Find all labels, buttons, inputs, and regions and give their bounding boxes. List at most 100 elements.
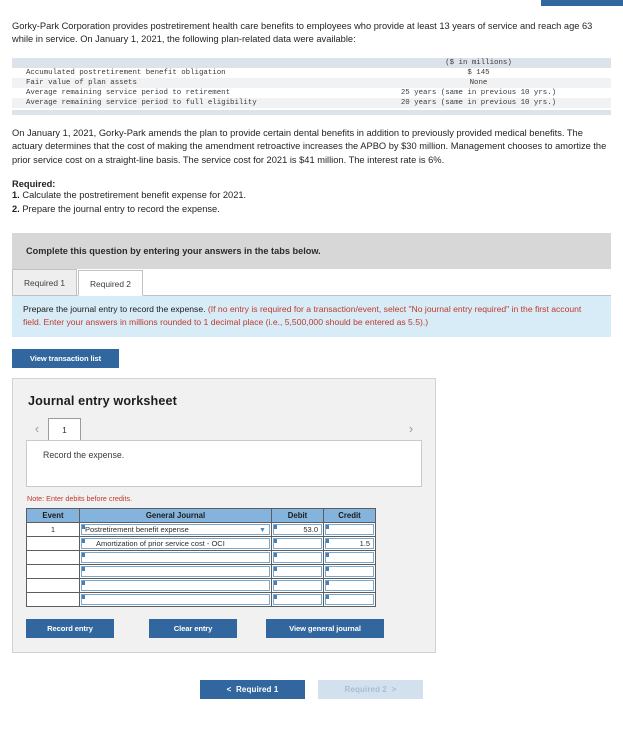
intro-paragraph-2: On January 1, 2021, Gorky-Park amends th…: [12, 127, 607, 165]
text-caret-icon: [274, 553, 277, 557]
page-content: Gorky-Park Corporation provides postreti…: [0, 0, 623, 699]
plan-data-header-blank: [12, 57, 346, 68]
plan-data-header-row: ($ in millions): [12, 57, 611, 68]
chevron-left-icon[interactable]: ‹: [26, 418, 48, 440]
journal-row-credit-cell: [323, 564, 376, 579]
account-select-value-0: Postretirement benefit expense: [85, 525, 189, 534]
chevron-right-icon[interactable]: ›: [400, 418, 422, 440]
nav-previous-required-1[interactable]: < Required 1: [200, 680, 305, 699]
text-caret-icon: [274, 525, 277, 529]
credit-input-1[interactable]: 1.5: [325, 538, 374, 549]
table-row: Average remaining service period to full…: [12, 97, 611, 108]
column-header-general-journal: General Journal: [79, 508, 272, 523]
instruction-banner-primary: Prepare the journal entry to record the …: [23, 304, 206, 315]
clear-entry-button[interactable]: Clear entry: [149, 619, 237, 638]
required-heading: Required:: [12, 179, 56, 190]
worksheet-pager: ‹ 1 ›: [26, 417, 422, 440]
table-row: Amortization of prior service cost - OCI…: [26, 536, 376, 551]
journal-row-credit-cell: [323, 550, 376, 565]
journal-entry-table-body: 1 Postretirement benefit expense ▼ 53.0: [26, 522, 376, 607]
journal-row-debit-cell: [271, 550, 324, 565]
table-row: Accumulated postretirement benefit oblig…: [12, 67, 611, 78]
journal-entry-worksheet-panel: Journal entry worksheet ‹ 1 › Record the…: [12, 378, 436, 653]
intro-paragraph-1: Gorky-Park Corporation provides postreti…: [12, 21, 593, 45]
journal-row-event: [26, 536, 80, 551]
column-header-event: Event: [26, 508, 80, 523]
required-item-1-number: 1.: [12, 190, 20, 201]
view-transaction-list-button[interactable]: View transaction list: [12, 349, 119, 368]
plan-data-footer-row: [12, 109, 611, 115]
journal-row-account-cell: [79, 550, 272, 565]
account-select-value-1: Amortization of prior service cost - OCI: [96, 539, 225, 548]
text-caret-icon: [326, 567, 329, 571]
account-select-5[interactable]: [81, 594, 270, 605]
journal-row-debit-cell: [271, 592, 324, 607]
text-caret-icon: [274, 567, 277, 571]
journal-row-event: [26, 578, 80, 593]
table-row: [26, 578, 376, 593]
credit-value-1: 1.5: [359, 539, 370, 548]
text-caret-icon: [82, 539, 85, 543]
journal-entry-table-head: Event General Journal Debit Credit: [26, 508, 376, 523]
required-item-1-text: Calculate the postretirement benefit exp…: [22, 190, 247, 201]
chevron-down-icon[interactable]: ▼: [257, 525, 268, 534]
debit-input-5[interactable]: [273, 594, 322, 605]
text-caret-icon: [274, 539, 277, 543]
account-select-1[interactable]: Amortization of prior service cost - OCI: [81, 538, 270, 549]
journal-row-account-cell: Amortization of prior service cost - OCI: [79, 536, 272, 551]
journal-entry-header-row: Event General Journal Debit Credit: [26, 508, 376, 523]
plan-data-value: 20 years (same in previous 10 yrs.): [346, 97, 611, 108]
journal-row-credit-cell: 1.5: [323, 536, 376, 551]
chevron-left-icon: <: [226, 685, 232, 694]
credit-input-0[interactable]: [325, 524, 374, 535]
text-caret-icon: [274, 595, 277, 599]
debit-input-0[interactable]: 53.0: [273, 524, 322, 535]
plan-data-footer-cell: [12, 109, 346, 115]
credit-input-4[interactable]: [325, 580, 374, 591]
column-header-credit: Credit: [323, 508, 376, 523]
top-accent-strip: [541, 0, 623, 6]
text-caret-icon: [326, 595, 329, 599]
debit-input-4[interactable]: [273, 580, 322, 591]
debit-input-3[interactable]: [273, 566, 322, 577]
journal-row-account-cell: [79, 592, 272, 607]
journal-row-event: [26, 550, 80, 565]
journal-row-debit-cell: [271, 536, 324, 551]
debit-input-2[interactable]: [273, 552, 322, 563]
plan-data-value: $ 145: [346, 67, 611, 78]
credit-input-5[interactable]: [325, 594, 374, 605]
nav-next-required-2: Required 2 >: [318, 680, 423, 699]
text-caret-icon: [326, 581, 329, 585]
account-select-3[interactable]: [81, 566, 270, 577]
text-caret-icon: [274, 581, 277, 585]
credit-input-3[interactable]: [325, 566, 374, 577]
account-select-2[interactable]: [81, 552, 270, 563]
account-select-0[interactable]: Postretirement benefit expense ▼: [81, 524, 270, 535]
journal-row-event: [26, 592, 80, 607]
plan-data-label: Accumulated postretirement benefit oblig…: [12, 67, 346, 78]
plan-data-table-body: ($ in millions) Accumulated postretireme…: [12, 57, 611, 115]
tab-required-1[interactable]: Required 1: [12, 269, 77, 296]
table-row: [26, 550, 376, 565]
credit-input-2[interactable]: [325, 552, 374, 563]
table-row: [26, 564, 376, 579]
journal-row-event: [26, 564, 80, 579]
text-caret-icon: [82, 553, 85, 557]
account-select-4[interactable]: [81, 580, 270, 591]
record-entry-button[interactable]: Record entry: [26, 619, 114, 638]
worksheet-page-tab-1[interactable]: 1: [48, 418, 81, 440]
view-general-journal-button[interactable]: View general journal: [266, 619, 384, 638]
text-caret-icon: [326, 539, 329, 543]
debit-value-0: 53.0: [303, 525, 318, 534]
plan-data-label: Average remaining service period to reti…: [12, 87, 346, 98]
required-item-2: 2. Prepare the journal entry to record t…: [12, 203, 611, 217]
journal-entry-table: Event General Journal Debit Credit 1 Pos…: [26, 508, 376, 607]
text-caret-icon: [326, 553, 329, 557]
journal-row-account-cell: [79, 578, 272, 593]
debit-input-1[interactable]: [273, 538, 322, 549]
journal-row-credit-cell: [323, 592, 376, 607]
nav-next-label: Required 2: [344, 685, 387, 694]
table-row: 1 Postretirement benefit expense ▼ 53.0: [26, 522, 376, 537]
tab-required-2[interactable]: Required 2: [77, 270, 143, 297]
journal-row-debit-cell: 53.0: [271, 522, 324, 537]
